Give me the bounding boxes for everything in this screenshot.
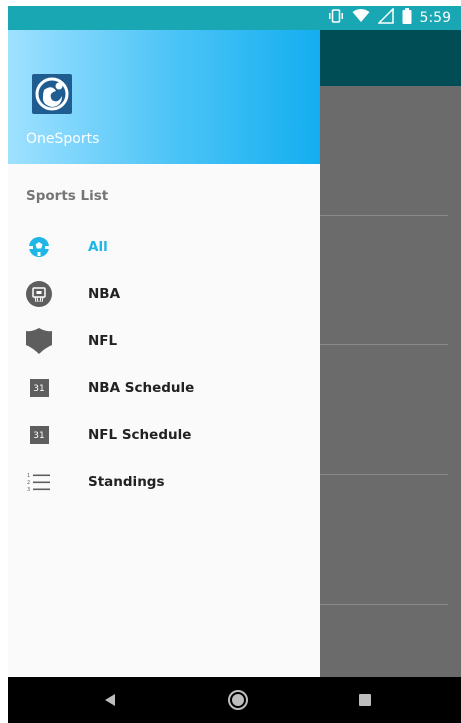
device-screen: 5:59 OneSports Sports List All NBA NFL 3… [8,6,461,723]
calendar-icon: 31 [24,420,54,450]
home-button[interactable] [208,677,268,723]
back-button[interactable] [80,677,140,723]
drawer-header: OneSports [8,30,320,164]
wifi-icon [352,8,370,28]
menu-item-label: NFL [88,333,118,349]
svg-text:1: 1 [27,473,30,479]
app-name: OneSports [26,131,100,147]
menu-item-nfl-schedule[interactable]: 31 NFL Schedule [8,413,320,457]
back-icon [105,694,115,706]
svg-text:2: 2 [27,480,30,486]
menu-item-nba[interactable]: NBA [8,272,320,316]
menu-item-label: All [88,239,108,255]
menu-item-all[interactable]: All [8,225,320,269]
numbered-list-icon: 1 2 3 [24,467,54,497]
list-divider [320,215,448,216]
status-bar: 5:59 [8,6,461,30]
navigation-drawer: OneSports Sports List All NBA NFL 31 NBA… [8,30,320,677]
recents-button[interactable] [335,677,395,723]
menu-item-nba-schedule[interactable]: 31 NBA Schedule [8,366,320,410]
vibrate-icon [328,8,344,28]
menu-item-nfl[interactable]: NFL [8,319,320,363]
menu-item-label: NFL Schedule [88,427,192,443]
menu-item-label: NBA [88,286,121,302]
app-logo [32,74,72,114]
recents-icon [359,694,371,706]
status-icons: 5:59 [328,7,451,28]
menu-item-standings[interactable]: 1 2 3 Standings [8,460,320,504]
shield-icon [24,326,54,356]
signal-icon [376,7,394,28]
calendar-day: 31 [29,379,49,397]
list-divider [320,474,448,475]
battery-icon [402,8,412,28]
calendar-day: 31 [29,426,49,444]
status-time: 5:59 [419,10,451,26]
system-nav-bar [8,677,461,723]
section-title: Sports List [26,188,109,204]
onesports-logo-icon [35,77,69,111]
svg-text:3: 3 [27,487,30,492]
home-icon [228,690,248,710]
soccer-ball-icon [24,232,54,262]
basketball-hoop-icon [24,279,54,309]
list-divider [320,344,448,345]
list-divider [320,604,448,605]
menu-item-label: NBA Schedule [88,380,195,396]
calendar-icon: 31 [24,373,54,403]
menu-item-label: Standings [88,474,165,490]
